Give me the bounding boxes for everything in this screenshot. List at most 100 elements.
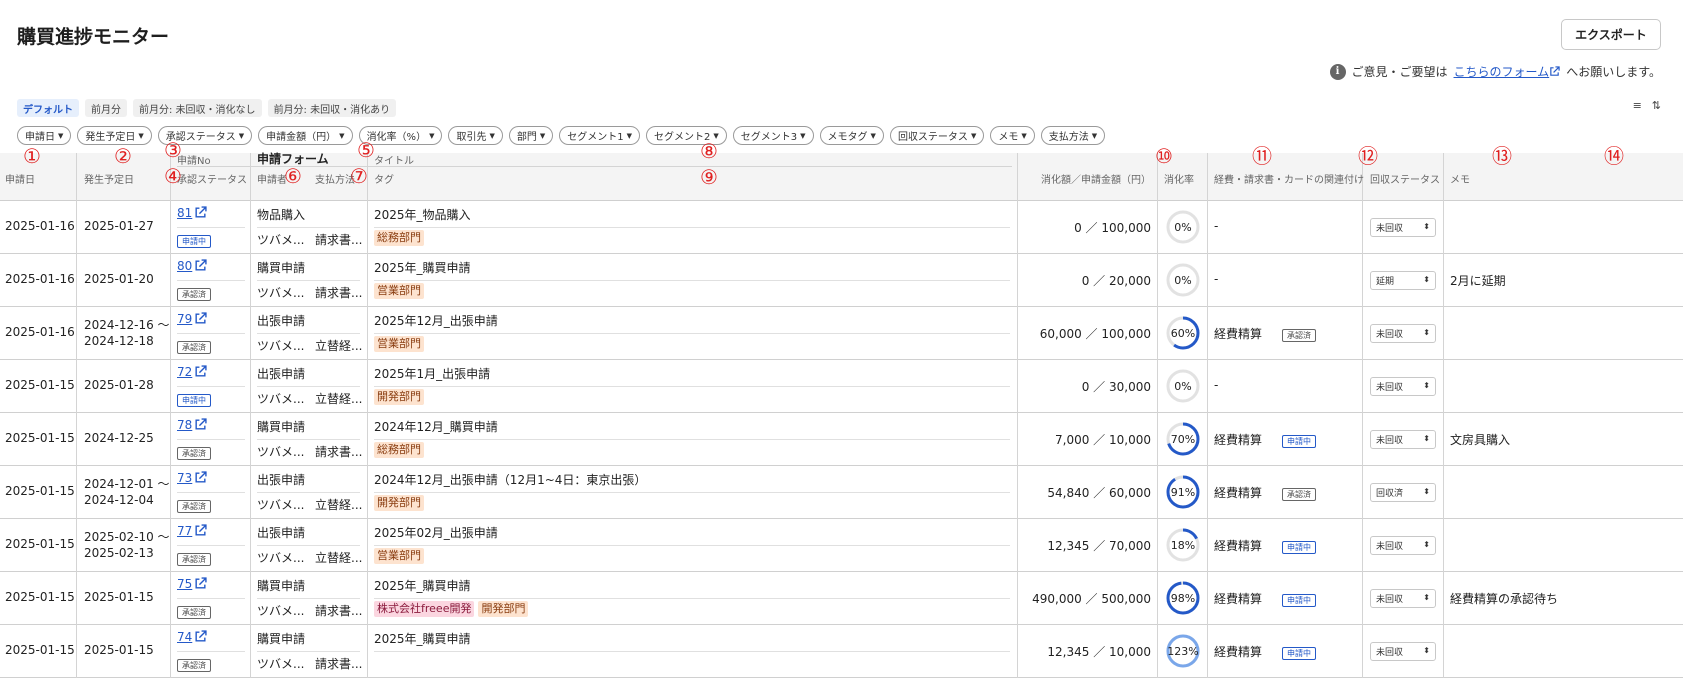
column-divider bbox=[1362, 466, 1363, 519]
table-row[interactable]: 2025-01-16 2025-01-27 81 申請中 物品購入 ツバメ... 請求書..… bbox=[0, 201, 1683, 254]
preset-tab[interactable]: 前月分: 未回収・消化なし bbox=[133, 99, 262, 117]
table-row[interactable]: 2025-01-15 2025-02-10 ～ 2025-02-13 77 承認済 出張申… bbox=[0, 519, 1683, 572]
column-header-title[interactable]: タイトル bbox=[374, 152, 414, 167]
table-row[interactable]: 2025-01-15 2025-01-15 74 承認済 購買申請 ツバメ... 請求書..… bbox=[0, 625, 1683, 678]
apply-no-link[interactable]: 80 bbox=[177, 259, 207, 273]
feedback-form-link[interactable]: こちらのフォーム bbox=[1454, 63, 1561, 80]
apply-no-link[interactable]: 79 bbox=[177, 312, 207, 326]
filter-chip[interactable]: セグメント1 ▼ bbox=[559, 126, 641, 145]
apply-no[interactable]: 81 bbox=[177, 206, 192, 220]
table-row[interactable]: 2025-01-15 2024-12-01 ～ 2024-12-04 73 承認済 出張申… bbox=[0, 466, 1683, 519]
column-header-apply_date[interactable]: 申請日 bbox=[5, 171, 35, 186]
apply-no-link[interactable]: 74 bbox=[177, 630, 207, 644]
apply-no[interactable]: 77 bbox=[177, 524, 192, 538]
column-divider bbox=[1157, 625, 1158, 678]
memo[interactable]: 文房具購入 bbox=[1450, 431, 1510, 448]
apply-no[interactable]: 80 bbox=[177, 259, 192, 273]
column-header-rate[interactable]: 消化率 bbox=[1164, 171, 1194, 186]
apply-no-link[interactable]: 75 bbox=[177, 577, 207, 591]
apply-no-link[interactable]: 72 bbox=[177, 365, 207, 379]
external-link-icon[interactable] bbox=[194, 630, 207, 643]
column-header-memo[interactable]: メモ bbox=[1450, 171, 1470, 186]
external-link-icon[interactable] bbox=[194, 259, 207, 272]
filter-chip[interactable]: 回収ステータス ▼ bbox=[889, 126, 985, 145]
filter-chip[interactable]: 申請金額（円） ▼ bbox=[258, 126, 353, 145]
collect-status-select[interactable]: 未回収 ⬍ bbox=[1370, 218, 1436, 237]
collect-status-select[interactable]: 未回収 ⬍ bbox=[1370, 589, 1436, 608]
external-link-icon[interactable] bbox=[194, 524, 207, 537]
preset-tab[interactable]: 前月分 bbox=[85, 99, 127, 117]
filter-chip[interactable]: 取引先 ▼ bbox=[448, 126, 503, 145]
column-header-approval_status[interactable]: 承認ステータス bbox=[177, 171, 247, 186]
column-divider bbox=[1017, 413, 1018, 466]
external-link-icon[interactable] bbox=[194, 577, 207, 590]
preset-tab[interactable]: デフォルト bbox=[17, 99, 79, 117]
payment-method: 立替経... bbox=[315, 498, 363, 512]
filter-chip-label: 支払方法 bbox=[1048, 132, 1089, 143]
apply-no[interactable]: 72 bbox=[177, 365, 192, 379]
memo[interactable]: 経費精算の承認待ち bbox=[1450, 590, 1558, 607]
filter-chip-label: メモタグ bbox=[827, 132, 868, 143]
export-button[interactable]: エクスポート bbox=[1561, 19, 1661, 50]
filter-chip[interactable]: 部門 ▼ bbox=[508, 126, 554, 145]
table-row[interactable]: 2025-01-15 2024-12-25 78 承認済 購買申請 ツバメ... 請求書..… bbox=[0, 413, 1683, 466]
column-header-occur_date[interactable]: 発生予定日 bbox=[84, 171, 134, 186]
collect-status-select[interactable]: 回収済 ⬍ bbox=[1370, 483, 1436, 502]
annotation-marker: ① bbox=[23, 144, 41, 168]
cell-subdivider bbox=[257, 280, 360, 281]
table-row[interactable]: 2025-01-15 2025-01-28 72 申請中 出張申請 ツバメ... 立替経..… bbox=[0, 360, 1683, 413]
apply-no-link[interactable]: 77 bbox=[177, 524, 207, 538]
tag: 開発部門 bbox=[478, 601, 529, 617]
external-link-icon[interactable] bbox=[194, 312, 207, 325]
external-link-icon[interactable] bbox=[194, 365, 207, 378]
amount: 490,000 ／ 500,000 bbox=[1032, 592, 1151, 606]
column-header-tags[interactable]: タグ bbox=[374, 171, 394, 186]
collect-status-select[interactable]: 延期 ⬍ bbox=[1370, 271, 1436, 290]
collect-status-select[interactable]: 未回収 ⬍ bbox=[1370, 324, 1436, 343]
feedback-link-text[interactable]: こちらのフォーム bbox=[1454, 65, 1550, 79]
collect-status-value: 未回収 bbox=[1376, 648, 1404, 658]
approval-status: 承認済 bbox=[177, 551, 211, 566]
table-row[interactable]: 2025-01-16 2025-01-20 80 承認済 購買申請 ツバメ... 請求書..… bbox=[0, 254, 1683, 307]
collect-status-select[interactable]: 未回収 ⬍ bbox=[1370, 536, 1436, 555]
column-header-applicant[interactable]: 申請者 bbox=[257, 171, 287, 186]
filter-chip[interactable]: 発生予定日 ▼ bbox=[77, 126, 152, 145]
filter-chip[interactable]: メモタグ ▼ bbox=[819, 126, 884, 145]
applicant: ツバメ... bbox=[257, 339, 305, 353]
apply-no-link[interactable]: 78 bbox=[177, 418, 207, 432]
column-header-collect_status[interactable]: 回収ステータス bbox=[1370, 171, 1440, 186]
payment-method: 立替経... bbox=[315, 551, 363, 565]
apply-no-link[interactable]: 81 bbox=[177, 206, 207, 220]
apply-no[interactable]: 74 bbox=[177, 630, 192, 644]
memo[interactable]: 2月に延期 bbox=[1450, 272, 1506, 289]
amount: 0 ／ 20,000 bbox=[1081, 274, 1151, 288]
filter-chip[interactable]: セグメント3 ▼ bbox=[732, 126, 814, 145]
collect-status-value: 未回収 bbox=[1376, 383, 1404, 393]
column-header-apply_no[interactable]: 申請No bbox=[177, 152, 211, 167]
tag: 株式会社freee開発 bbox=[374, 601, 475, 617]
apply-no-link[interactable]: 73 bbox=[177, 471, 207, 485]
filter-chip[interactable]: メモ ▼ bbox=[990, 126, 1035, 145]
table-row[interactable]: 2025-01-16 2024-12-16 ～ 2024-12-18 79 承認済 出張申… bbox=[0, 307, 1683, 360]
request-title: 2024年12月_購買申請 bbox=[374, 420, 498, 434]
collect-status-select[interactable]: 未回収 ⬍ bbox=[1370, 377, 1436, 396]
column-header-amount[interactable]: 消化額／申請金額（円） bbox=[1041, 171, 1151, 186]
table-row[interactable]: 2025-01-15 2025-01-15 75 承認済 購買申請 ツバメ... 請求書..… bbox=[0, 572, 1683, 625]
external-link-icon[interactable] bbox=[194, 471, 207, 484]
filter-chip[interactable]: 申請日 ▼ bbox=[17, 126, 72, 145]
column-header-linked[interactable]: 経費・請求書・カードの関連付け bbox=[1214, 171, 1364, 186]
column-header-payment_method[interactable]: 支払方法 bbox=[315, 171, 355, 186]
preset-tab[interactable]: 前月分: 未回収・消化あり bbox=[267, 99, 397, 117]
apply-no[interactable]: 73 bbox=[177, 471, 192, 485]
apply-no[interactable]: 78 bbox=[177, 418, 192, 432]
approval-status-badge: 申請中 bbox=[177, 235, 211, 248]
sort-icon[interactable]: ⇅ bbox=[1652, 99, 1661, 112]
collect-status-select[interactable]: 未回収 ⬍ bbox=[1370, 430, 1436, 449]
consumption-rate-label: 0% bbox=[1174, 380, 1191, 393]
apply-no[interactable]: 79 bbox=[177, 312, 192, 326]
external-link-icon[interactable] bbox=[194, 418, 207, 431]
apply-no[interactable]: 75 bbox=[177, 577, 192, 591]
filter-chip[interactable]: 支払方法 ▼ bbox=[1040, 126, 1106, 145]
external-link-icon[interactable] bbox=[194, 206, 207, 219]
filter-lines-icon[interactable]: ≡ bbox=[1633, 99, 1642, 112]
